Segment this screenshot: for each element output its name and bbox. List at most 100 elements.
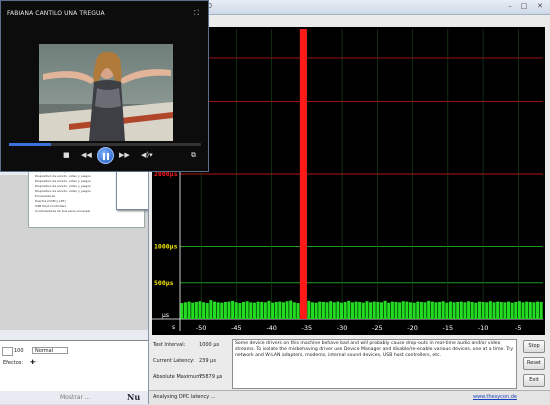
latency-bar — [499, 301, 503, 319]
latency-bar — [234, 302, 238, 319]
latency-bar — [438, 301, 442, 319]
latency-bar — [390, 301, 394, 319]
x-tick-label: -30 — [337, 324, 348, 332]
latency-bar — [517, 301, 521, 319]
latency-bar — [343, 301, 347, 319]
latency-bar — [412, 302, 416, 319]
previous-icon[interactable]: ◀◀ — [81, 151, 92, 159]
y-unit-label: µs — [162, 312, 169, 319]
latency-bar — [267, 300, 271, 319]
latency-bar — [289, 300, 293, 319]
latency-bar — [470, 301, 474, 319]
latency-bar — [427, 300, 431, 319]
latency-bar — [485, 302, 489, 319]
website-link[interactable]: www.thesycon.de — [473, 394, 517, 400]
media-player-window: FABIANA CANTILO UNA TREGUA ⛶ ■ ◀◀ ▶▶ ◀)▾… — [0, 0, 209, 172]
latency-bar — [194, 301, 198, 319]
latency-bar — [198, 301, 202, 319]
y-tick-label: 500µs — [154, 279, 174, 287]
now-playing-title: FABIANA CANTILO UNA TREGUA — [7, 10, 105, 17]
latency-bar — [387, 302, 391, 319]
latency-bar — [459, 301, 463, 319]
latency-bar — [209, 300, 213, 319]
latency-bar — [205, 303, 209, 319]
background-heading: Nu — [127, 392, 141, 402]
latency-bar — [379, 302, 383, 319]
latency-bar — [245, 301, 249, 319]
x-tick-label: -35 — [302, 324, 313, 332]
latency-bar — [271, 302, 275, 319]
blend-mode-select[interactable]: Normal — [32, 347, 68, 354]
latency-bar — [434, 302, 438, 319]
latency-bar — [256, 301, 260, 319]
latency-bar — [419, 301, 423, 319]
latency-bar — [227, 301, 231, 319]
latency-bar — [278, 301, 282, 319]
latency-bar — [416, 301, 420, 319]
absolute-maximum-value: 75879 µs — [199, 374, 223, 380]
fullscreen-icon[interactable]: ⛶ — [194, 9, 199, 18]
latency-bar — [310, 302, 315, 319]
pause-bar-left — [103, 153, 105, 160]
latency-bar — [249, 302, 253, 319]
latency-bar — [536, 301, 540, 319]
latency-bar — [281, 302, 285, 319]
reset-button[interactable]: Reset — [523, 357, 545, 370]
stop-icon[interactable]: ■ — [63, 151, 70, 159]
latency-bar — [398, 302, 402, 319]
zoom-field[interactable]: 100 — [14, 348, 24, 354]
latency-bar — [260, 301, 264, 319]
x-tick-label: -25 — [372, 324, 383, 332]
layer-thumbnail[interactable] — [2, 347, 13, 356]
latency-bar — [441, 301, 445, 319]
latency-bar — [507, 301, 511, 319]
latency-bar — [539, 301, 543, 319]
latency-bar — [510, 302, 514, 319]
latency-bar — [372, 301, 376, 319]
latency-bar — [354, 301, 358, 319]
add-effect-icon[interactable]: ✚· — [30, 359, 37, 366]
latency-bar — [296, 303, 300, 319]
latency-bar — [405, 301, 409, 319]
latency-chart: 500µs 1000µs 2000µs -50 -45 -40 -35 -30 -25 -20 -1… — [152, 27, 545, 335]
test-interval-label: Test Interval: — [153, 342, 186, 348]
switch-view-icon[interactable]: ⧉ — [191, 151, 196, 160]
latency-bar — [285, 301, 289, 319]
seek-bar[interactable] — [9, 143, 201, 146]
description-text: Some device drivers on this machine beha… — [232, 339, 517, 389]
latency-bar — [423, 302, 427, 319]
latency-bar — [477, 301, 481, 319]
close-icon[interactable]: ✕ — [535, 2, 545, 11]
seek-bar-progress — [9, 143, 52, 146]
latency-bar — [350, 302, 354, 319]
latency-bar — [445, 302, 449, 319]
latency-spike-bar — [299, 29, 307, 319]
effects-label: Efectos: — [3, 360, 24, 366]
volume-icon[interactable]: ◀)▾ — [141, 151, 153, 159]
latency-bar — [263, 302, 267, 319]
latency-bar — [216, 302, 220, 319]
x-tick-label: -5 — [515, 324, 521, 332]
play-pause-icon[interactable] — [97, 147, 114, 164]
latency-bar — [456, 301, 460, 319]
latency-bar — [231, 300, 235, 319]
latency-bar — [336, 301, 340, 319]
x-unit-label: s — [172, 324, 175, 331]
latency-bar — [365, 301, 369, 319]
minimize-icon[interactable]: – — [505, 2, 515, 11]
maximize-icon[interactable]: □ — [519, 2, 529, 11]
next-icon[interactable]: ▶▶ — [119, 151, 130, 159]
latency-bar — [430, 301, 434, 319]
latency-bar — [238, 303, 242, 319]
x-tick-label: -45 — [231, 324, 242, 332]
video-frame[interactable] — [39, 44, 173, 141]
latency-bar — [521, 302, 525, 319]
x-tick-label: -50 — [196, 324, 207, 332]
exit-button[interactable]: Exit — [523, 374, 545, 387]
latency-bar — [528, 301, 532, 319]
latency-bar — [183, 302, 187, 319]
stop-button[interactable]: Stop — [523, 340, 545, 353]
latency-bar — [376, 301, 380, 319]
latency-bar — [488, 301, 492, 319]
latency-bar — [332, 302, 336, 319]
